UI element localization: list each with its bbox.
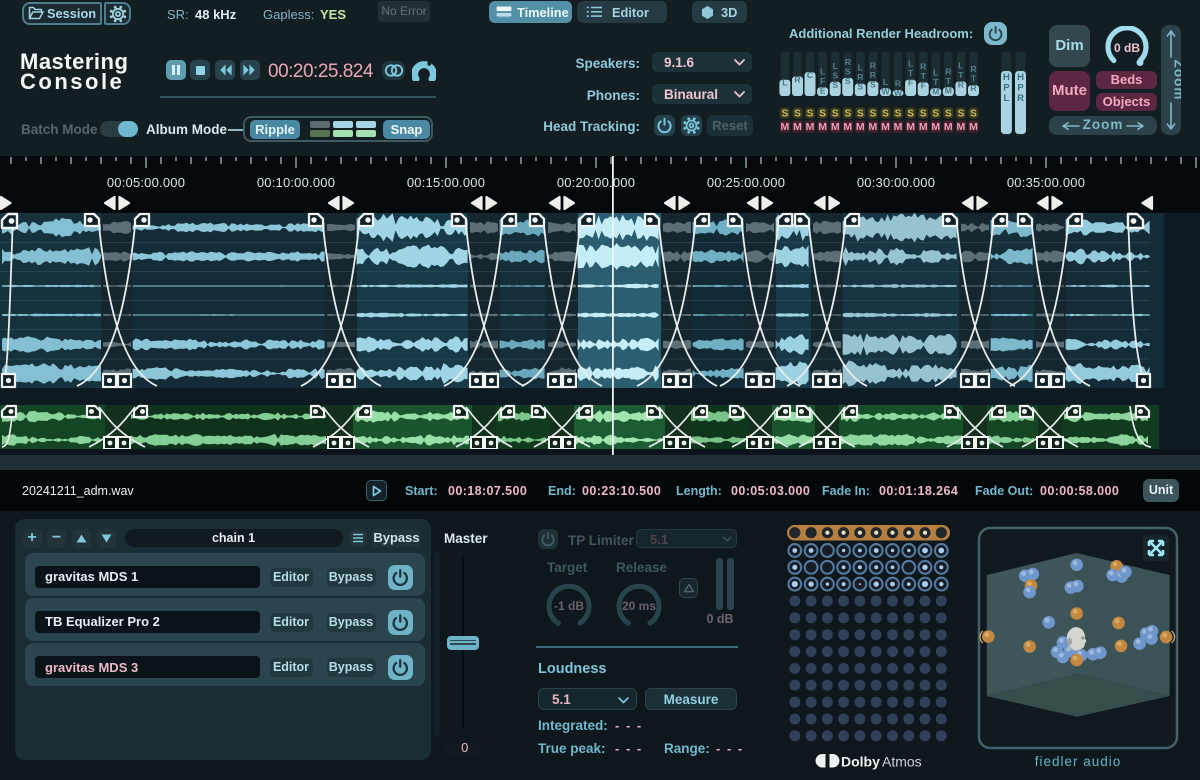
svg-text:fiedler audio: fiedler audio — [1035, 754, 1122, 769]
